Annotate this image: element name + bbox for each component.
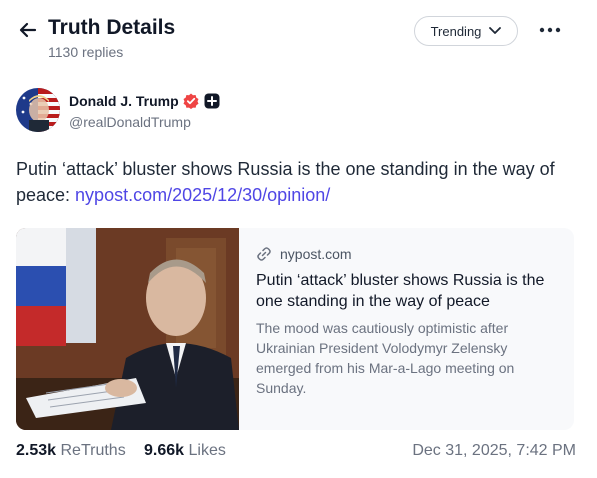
plus-badge-icon xyxy=(204,93,220,109)
post-timestamp: Dec 31, 2025, 7:42 PM xyxy=(412,442,576,459)
reply-count: 1130 replies xyxy=(48,44,124,60)
chevron-down-icon xyxy=(489,27,502,34)
arrow-left-icon xyxy=(19,22,37,38)
more-horizontal-icon xyxy=(539,27,561,33)
link-preview-description: The mood was cautiously optimistic after… xyxy=(256,320,515,396)
post-link[interactable]: nypost.com/2025/12/30/opinion/ xyxy=(75,185,330,205)
post-stats: 2.53k ReTruths 9.66k Likes Dec 31, 2025,… xyxy=(16,442,576,462)
header: Truth Details 1130 replies Trending xyxy=(0,0,597,72)
link-preview-title: Putin ‘attack’ bluster shows Russia is t… xyxy=(256,272,545,310)
link-icon xyxy=(257,247,271,261)
likes-count: 9.66k xyxy=(144,442,185,459)
avatar[interactable] xyxy=(16,88,60,132)
more-options-button[interactable] xyxy=(536,18,564,42)
verified-badge-icon xyxy=(183,93,199,109)
trending-label: Trending xyxy=(430,23,482,39)
link-preview-image xyxy=(16,228,239,430)
author-name[interactable]: Donald J. Trump xyxy=(69,93,179,109)
author-row: Donald J. Trump @realDonaldTrump xyxy=(16,88,576,136)
back-button[interactable] xyxy=(16,18,40,42)
post-body: Putin ‘attack’ bluster shows Russia is t… xyxy=(16,156,581,208)
trending-dropdown[interactable]: Trending xyxy=(414,16,518,46)
link-preview-domain-row: nypost.com xyxy=(256,246,556,262)
link-preview-body: nypost.com Putin ‘attack’ bluster shows … xyxy=(256,246,556,398)
link-preview-card[interactable]: nypost.com Putin ‘attack’ bluster shows … xyxy=(16,228,574,430)
link-preview-domain: nypost.com xyxy=(280,246,352,262)
retruths-stat[interactable]: 2.53k ReTruths xyxy=(16,442,126,460)
retruths-count: 2.53k xyxy=(16,442,57,459)
page-title: Truth Details xyxy=(48,16,176,39)
retruths-label: ReTruths xyxy=(60,442,126,459)
likes-stat[interactable]: 9.66k Likes xyxy=(144,442,226,460)
likes-label: Likes xyxy=(188,442,226,459)
author-handle: @realDonaldTrump xyxy=(69,114,191,130)
